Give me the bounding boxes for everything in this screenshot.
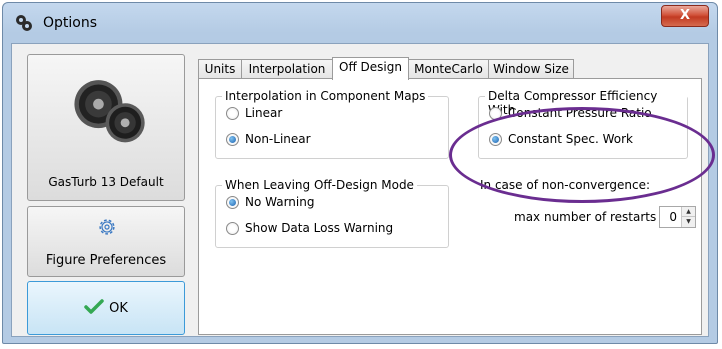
radio-non-linear[interactable]: Non-Linear bbox=[226, 131, 311, 147]
max-restarts-label: max number of restarts bbox=[514, 210, 657, 224]
delta-compressor-group: Delta Compressor Efficiency With Constan… bbox=[478, 89, 688, 159]
spinner-up-icon[interactable]: ▲ bbox=[682, 207, 695, 217]
max-restarts-spinner[interactable]: 0 ▲ ▼ bbox=[659, 206, 696, 228]
non-convergence-heading: In case of non-convergence: bbox=[480, 178, 651, 192]
radio-no-warning[interactable]: No Warning bbox=[226, 194, 314, 210]
radio-constant-pressure-ratio-label: Constant Pressure Ratio bbox=[508, 106, 652, 120]
dialog-client-area: GasTurb 13 Default Figure Preferences OK… bbox=[11, 43, 715, 337]
tab-units[interactable]: Units bbox=[198, 59, 242, 79]
radio-no-warning-button[interactable] bbox=[226, 195, 239, 209]
spinner-down-icon[interactable]: ▼ bbox=[682, 217, 695, 227]
off-design-tab-panel: Interpolation in Component Maps Linear N… bbox=[198, 78, 702, 335]
options-window: Options X GasTurb 13 Default Figure Pref… bbox=[2, 2, 718, 344]
close-button[interactable]: X bbox=[661, 5, 709, 27]
spinner-buttons: ▲ ▼ bbox=[681, 207, 695, 227]
tab-montecarlo[interactable]: MonteCarlo bbox=[408, 59, 489, 79]
turbofan-engines-icon bbox=[74, 80, 145, 143]
interpolation-group: Interpolation in Component Maps Linear N… bbox=[215, 89, 449, 159]
radio-constant-spec-work-label: Constant Spec. Work bbox=[508, 132, 633, 146]
radio-linear-button[interactable] bbox=[226, 106, 239, 120]
ok-button[interactable]: OK bbox=[27, 281, 185, 335]
window-title: Options bbox=[43, 15, 98, 31]
radio-no-warning-label: No Warning bbox=[245, 195, 315, 209]
gear-icon bbox=[99, 219, 115, 235]
radio-constant-spec-work-button[interactable] bbox=[489, 132, 502, 146]
ok-button-content: OK bbox=[28, 299, 184, 316]
radio-show-data-loss-warning-button[interactable] bbox=[226, 221, 239, 235]
interpolation-group-title: Interpolation in Component Maps bbox=[222, 89, 429, 103]
leave-off-design-group: When Leaving Off-Design Mode No Warning … bbox=[215, 178, 449, 248]
radio-show-data-loss-warning[interactable]: Show Data Loss Warning bbox=[226, 220, 393, 236]
radio-linear-label: Linear bbox=[245, 106, 283, 120]
radio-non-linear-label: Non-Linear bbox=[245, 132, 311, 146]
gasturb-default-label: GasTurb 13 Default bbox=[48, 175, 164, 189]
radio-constant-spec-work[interactable]: Constant Spec. Work bbox=[489, 131, 633, 147]
gasturb-default-button[interactable]: GasTurb 13 Default bbox=[27, 54, 185, 201]
leave-off-design-group-title: When Leaving Off-Design Mode bbox=[222, 178, 417, 192]
figure-preferences-label: Figure Preferences bbox=[45, 253, 167, 268]
radio-linear[interactable]: Linear bbox=[226, 105, 282, 121]
gears-icon bbox=[16, 15, 32, 31]
ok-label: OK bbox=[109, 301, 128, 316]
max-restarts-value[interactable]: 0 bbox=[669, 210, 677, 224]
tab-interpolation[interactable]: Interpolation bbox=[241, 59, 333, 79]
tab-window-size[interactable]: Window Size bbox=[488, 59, 574, 79]
checkmark-icon bbox=[84, 299, 104, 314]
tab-off-design[interactable]: Off Design bbox=[332, 57, 409, 80]
figure-preferences-button[interactable]: Figure Preferences bbox=[27, 206, 185, 277]
radio-non-linear-button[interactable] bbox=[226, 132, 239, 146]
title-bar: Options X bbox=[3, 3, 717, 43]
radio-constant-pressure-ratio[interactable]: Constant Pressure Ratio bbox=[489, 105, 652, 121]
radio-show-data-loss-warning-label: Show Data Loss Warning bbox=[245, 221, 394, 235]
radio-constant-pressure-ratio-button[interactable] bbox=[489, 106, 502, 120]
